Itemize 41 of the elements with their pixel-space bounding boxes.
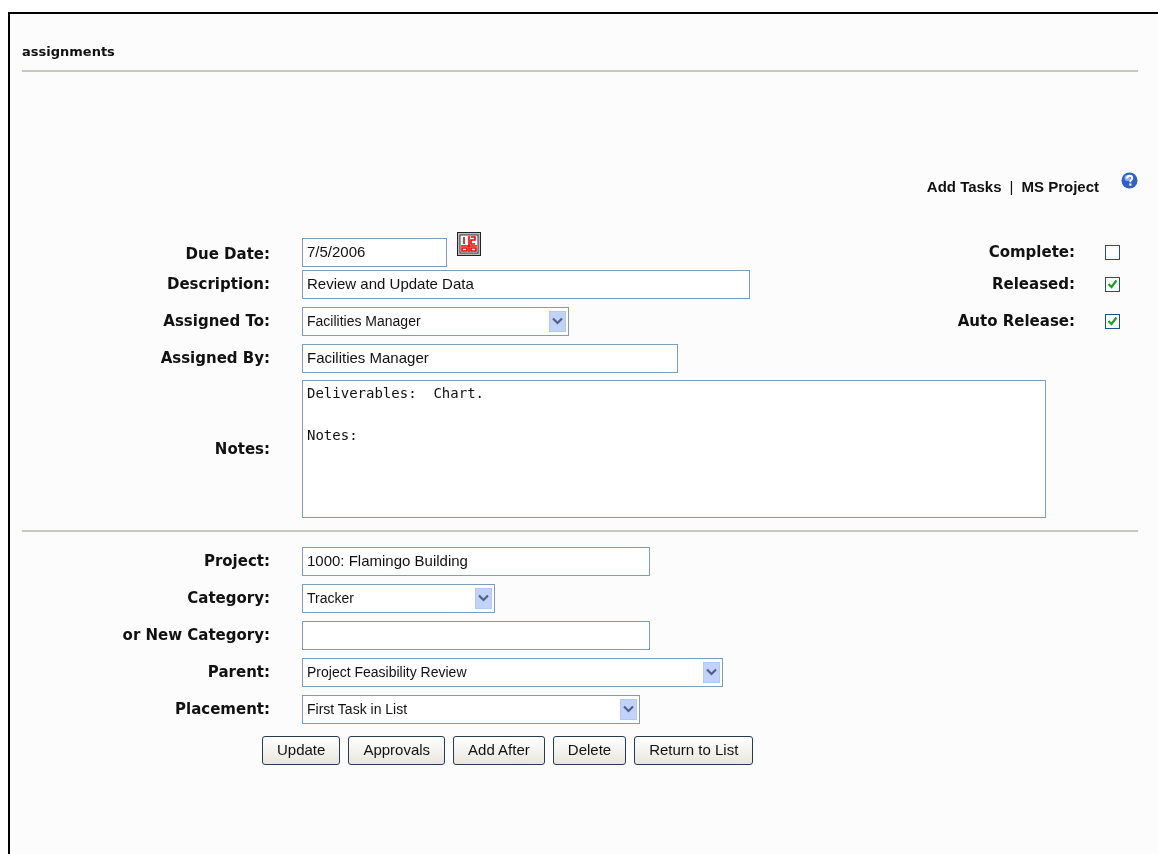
field-label: Assigned To: [162,310,270,332]
field-label: Assigned By: [159,347,270,369]
text-field[interactable]: Facilities Manager [302,343,678,373]
caret-icon [552,317,563,325]
checkbox[interactable] [1105,313,1120,329]
calendar-icon[interactable] [457,232,481,256]
checkbox-label: Released: [992,273,1075,295]
dropdown[interactable]: Tracker [302,583,495,613]
dropdown[interactable]: Facilities Manager [302,306,569,336]
text-field[interactable]: Review and Update Data [302,269,750,299]
field-label: Placement: [174,698,270,720]
text-field[interactable]: 1000: Flamingo Building [302,546,650,576]
form-button[interactable]: Delete [552,736,627,765]
form-button[interactable]: Return to List [634,736,754,765]
date-field[interactable]: 7/5/2006 [302,238,447,267]
field-label: Project: [202,550,270,572]
field-label: Parent: [206,661,270,683]
caret-icon [706,668,717,676]
field-label: Description: [166,273,270,295]
checkbox-label: Complete: [988,242,1075,264]
checkbox[interactable] [1105,245,1120,260]
link-separator: | [1009,177,1014,197]
caret-icon [623,705,634,713]
dropdown[interactable]: First Task in List [302,694,640,724]
checkbox[interactable] [1105,276,1120,292]
field-label: or New Category: [121,624,270,646]
notes-field[interactable]: Deliverables: Chart. Notes: [302,380,1046,518]
field-label: Due Date: [184,244,270,266]
dropdown[interactable]: Project Feasibility Review [302,657,723,687]
header-link[interactable]: MS Project [1021,176,1099,199]
form-button[interactable]: Add After [453,736,545,765]
checkbox-label: Auto Release: [957,310,1075,332]
caret-icon [478,594,489,602]
page-title: assignments [22,43,116,61]
field-label: Notes: [213,438,270,460]
form-button[interactable]: Update [262,736,341,765]
header-link[interactable]: Add Tasks [926,176,1002,199]
field-label: Category: [186,587,270,609]
form-button[interactable]: Approvals [348,736,446,765]
help-icon[interactable] [1121,172,1138,189]
text-field[interactable] [302,620,650,650]
